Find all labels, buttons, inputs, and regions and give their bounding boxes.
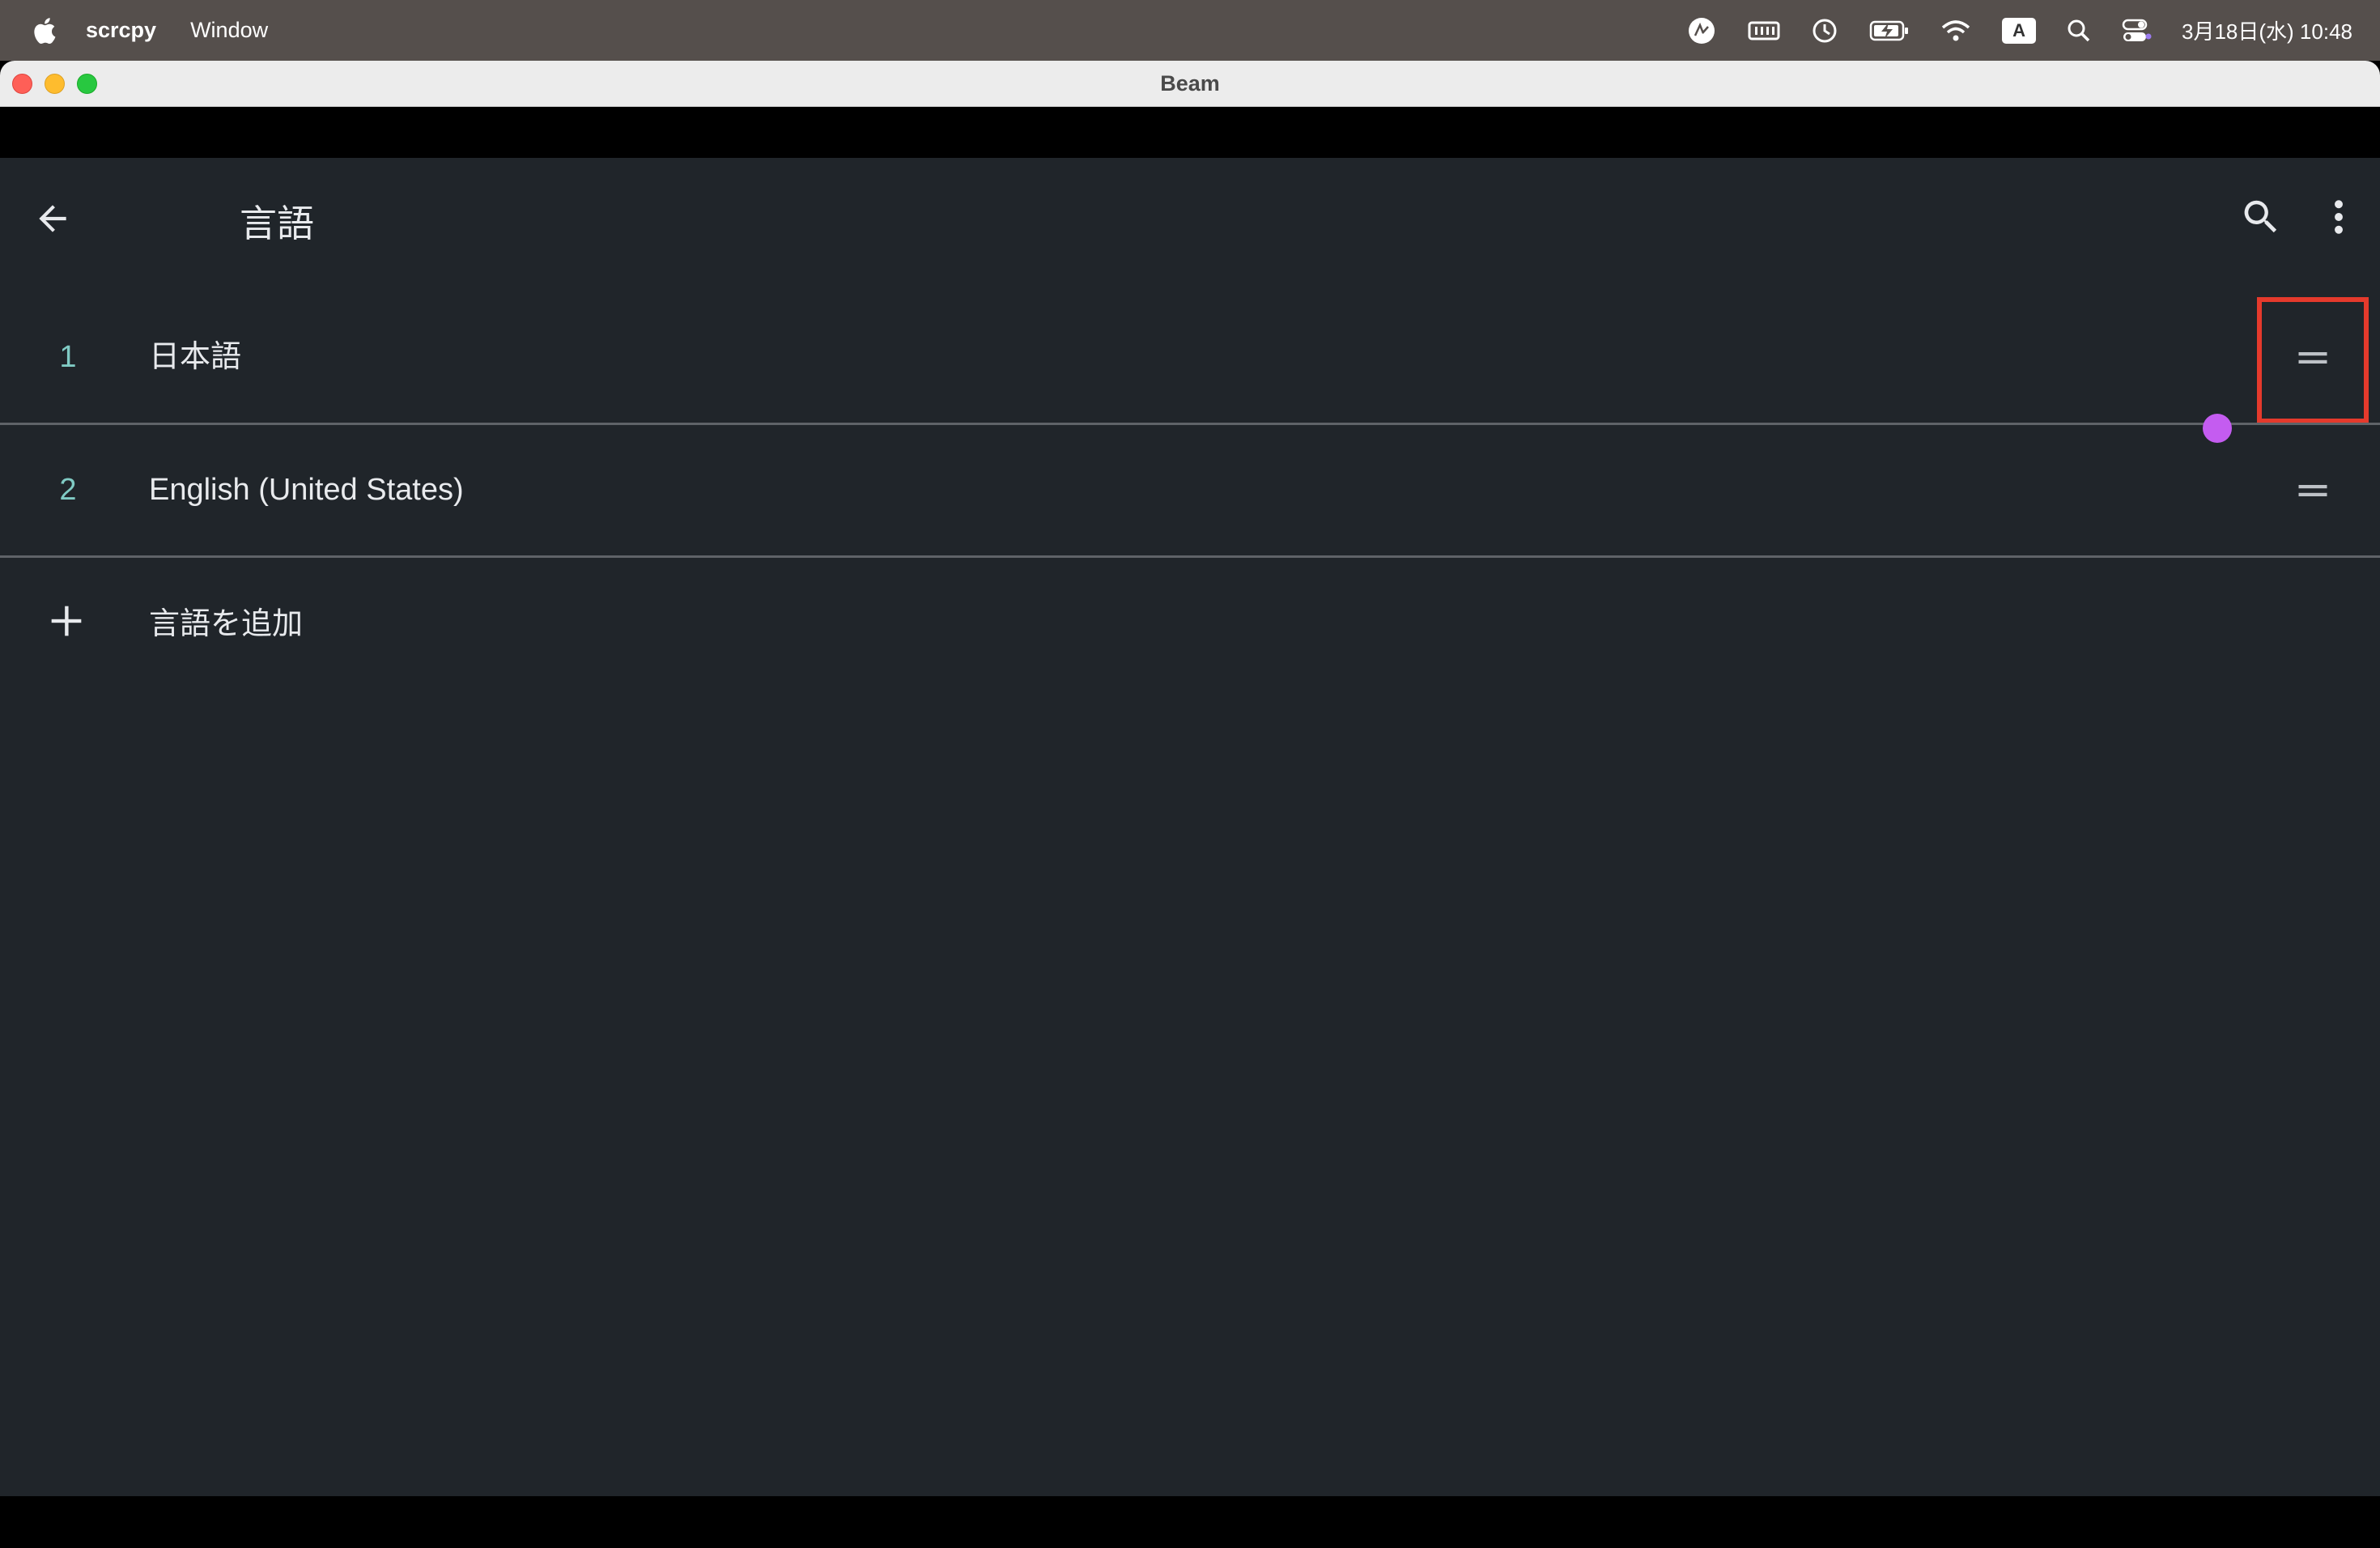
input-source-label: A — [2002, 17, 2037, 44]
plus-icon — [51, 606, 82, 636]
language-name: English (United States) — [149, 473, 464, 507]
scrcpy-window: Beam 言語 1 日本語 2 English (United States) … — [0, 61, 2380, 1548]
drag-handle-highlight — [2257, 297, 2369, 423]
menu-item-window[interactable]: Window — [190, 18, 268, 43]
menu-bar-clock[interactable]: 3月18日(水) 10:48 — [2182, 15, 2352, 45]
add-language-label: 言語を追加 — [149, 607, 304, 641]
language-list-item[interactable]: 2 English (United States) — [0, 425, 2380, 558]
battery-charging-icon[interactable] — [1869, 19, 1910, 42]
language-order-number: 2 — [59, 473, 77, 507]
input-source-icon[interactable]: A — [2002, 17, 2037, 44]
ai-assistant-icon[interactable] — [1686, 15, 1717, 46]
search-icon[interactable] — [2239, 195, 2283, 239]
drag-handle-icon[interactable] — [2296, 474, 2330, 508]
page-title: 言語 — [240, 202, 314, 245]
apple-logo-icon[interactable] — [31, 15, 62, 46]
back-arrow-icon[interactable] — [32, 198, 73, 239]
more-options-icon[interactable] — [2325, 195, 2352, 239]
control-center-icon[interactable] — [2122, 19, 2153, 43]
wifi-icon[interactable] — [1940, 19, 1971, 43]
add-language-button[interactable]: 言語を追加 — [0, 558, 2380, 691]
menu-bar: scrcpy Window A 3月18日(水) 10:48 — [0, 0, 2380, 61]
window-titlebar[interactable]: Beam — [0, 61, 2380, 107]
menu-bar-tray: A 3月18日(水) 10:48 — [1686, 0, 2352, 61]
memory-icon[interactable] — [1748, 19, 1780, 43]
language-list-item[interactable]: 1 日本語 — [0, 292, 2380, 443]
android-screen: 言語 1 日本語 2 English (United States) 言語を追加 — [0, 158, 2380, 1496]
menu-app-name[interactable]: scrcpy — [86, 18, 156, 43]
spotlight-search-icon[interactable] — [2067, 19, 2091, 43]
language-name: 日本語 — [149, 340, 242, 374]
window-title: Beam — [1160, 71, 1220, 96]
time-machine-icon[interactable] — [1811, 17, 1838, 45]
language-order-number: 1 — [59, 340, 77, 374]
app-bar: 言語 — [0, 158, 2380, 278]
